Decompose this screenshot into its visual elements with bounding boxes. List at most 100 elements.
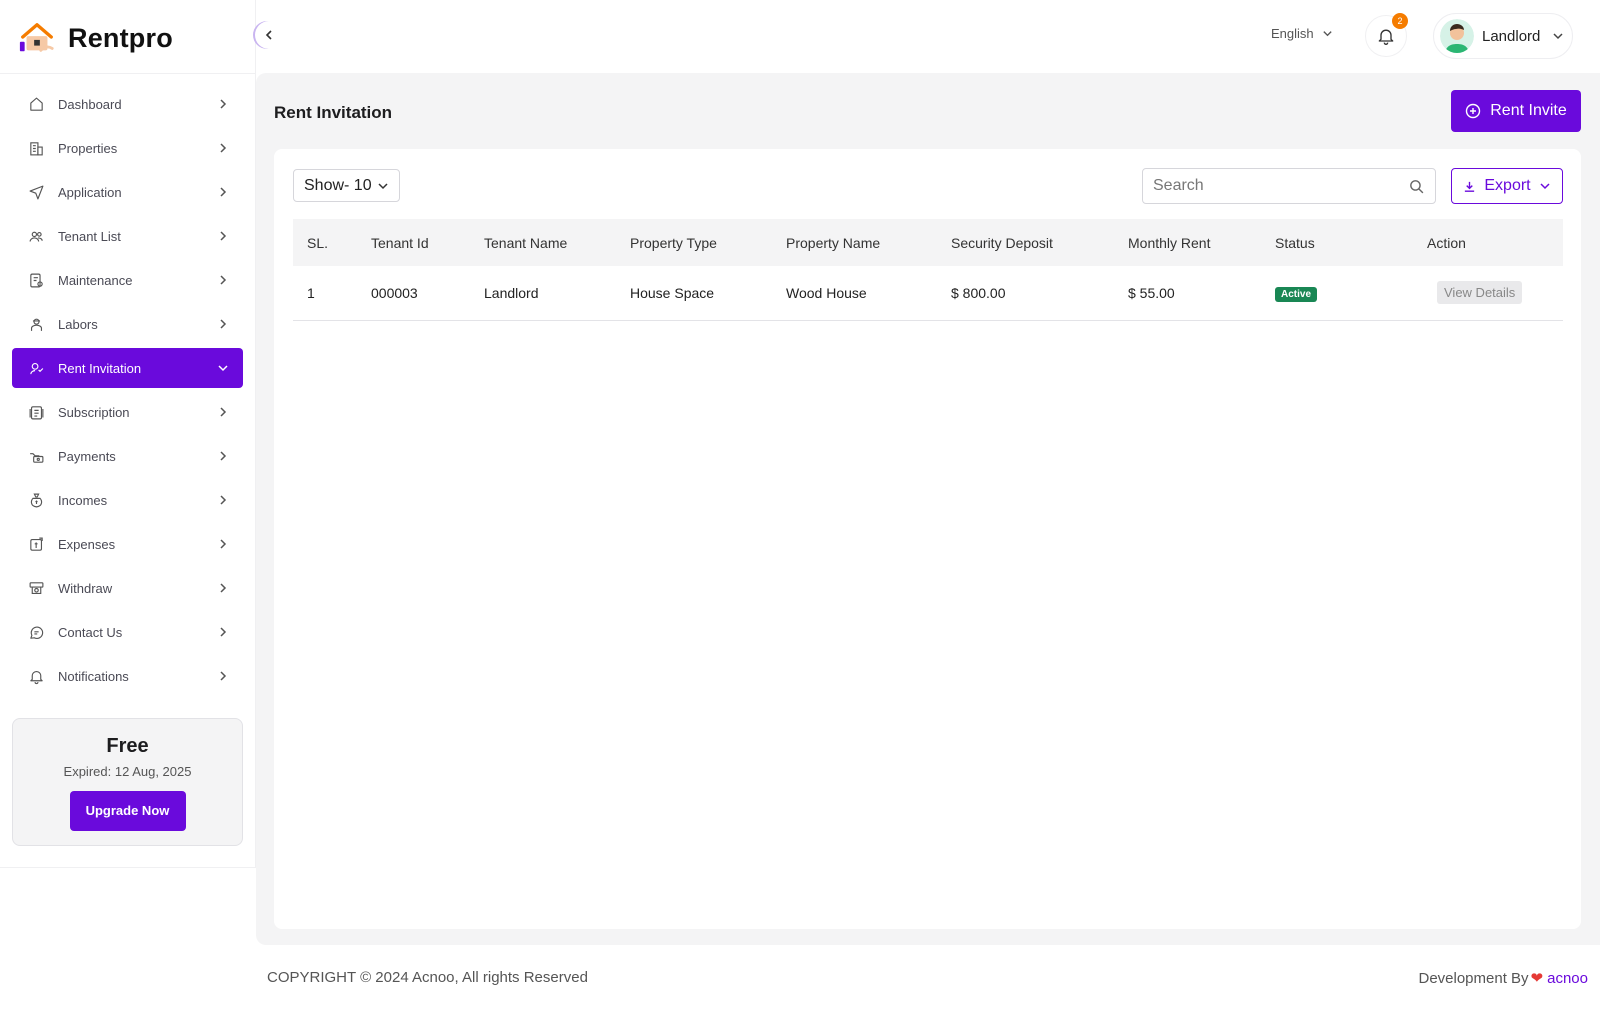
user-name: Landlord xyxy=(1482,27,1541,45)
chevron-right-icon xyxy=(220,319,227,329)
bell-icon xyxy=(27,667,45,685)
sidebar-item-notifications[interactable]: Notifications xyxy=(12,656,243,696)
users-icon xyxy=(27,227,45,245)
rent-invite-label: Rent Invite xyxy=(1490,102,1567,119)
money-bag-icon xyxy=(27,491,45,509)
chevron-left-icon xyxy=(265,30,272,40)
dev-prefix: Development By xyxy=(1418,969,1529,987)
sidebar-item-dashboard[interactable]: Dashboard xyxy=(12,84,243,124)
send-icon xyxy=(27,183,45,201)
column-header-monthly-rent: Monthly Rent xyxy=(1128,234,1211,251)
chevron-right-icon xyxy=(220,583,227,593)
sidebar-item-contact-us[interactable]: Contact Us xyxy=(12,612,243,652)
search-input[interactable] xyxy=(1153,177,1408,195)
sidebar-item-label: Incomes xyxy=(58,492,108,508)
status-badge: Active xyxy=(1275,286,1318,302)
chevron-down-icon xyxy=(1540,183,1550,190)
chevron-down-icon xyxy=(1322,31,1332,37)
page-size-value: Show- 10 xyxy=(304,176,372,194)
sidebar-item-payments[interactable]: Payments xyxy=(12,436,243,476)
export-label: Export xyxy=(1484,177,1531,194)
download-icon xyxy=(1465,181,1475,192)
heart-icon: ❤ xyxy=(1530,970,1544,987)
view-details-button[interactable]: View Details xyxy=(1437,281,1523,305)
upgrade-now-button[interactable]: Upgrade Now xyxy=(69,791,186,831)
cell-property-type: House Space xyxy=(630,284,715,301)
copyright-text: COPYRIGHT © 2024 Acnoo, All rights Reser… xyxy=(267,969,588,986)
chat-icon xyxy=(27,623,45,641)
user-menu[interactable]: Landlord xyxy=(1433,13,1573,59)
sidebar-item-tenant-list[interactable]: Tenant List xyxy=(12,216,243,256)
sidebar-item-expenses[interactable]: Expenses xyxy=(12,524,243,564)
payment-icon xyxy=(27,447,45,465)
sidebar-item-incomes[interactable]: Incomes xyxy=(12,480,243,520)
cell-tenant-id: 000003 xyxy=(371,284,418,301)
invite-icon xyxy=(27,359,45,377)
sidebar-item-labors[interactable]: Labors xyxy=(12,304,243,344)
sidebar-item-label: Notifications xyxy=(58,668,129,684)
column-header-security-deposit: Security Deposit xyxy=(951,234,1053,251)
developer-link[interactable]: acnoo xyxy=(1547,970,1588,987)
notifications-button[interactable]: 2 xyxy=(1365,13,1408,57)
chevron-down-icon xyxy=(378,182,388,189)
search-box xyxy=(1142,168,1436,204)
sidebar-item-maintenance[interactable]: Maintenance xyxy=(12,260,243,300)
page-size-select[interactable]: Show- 10 xyxy=(293,169,400,202)
sidebar-item-label: Rent Invitation xyxy=(58,360,142,376)
chevron-right-icon xyxy=(220,231,227,241)
notification-count-badge: 2 xyxy=(1392,13,1408,29)
home-icon xyxy=(27,95,45,113)
brand-name: Rentpro xyxy=(68,22,173,53)
sidebar-item-rent-invitation[interactable]: Rent Invitation xyxy=(12,348,243,388)
table-row: 1 000003 Landlord House Space Wood House… xyxy=(293,266,1563,320)
sidebar-nav: Dashboard Properties Application Tenant … xyxy=(12,84,243,700)
invitation-table-card: Show- 10 Export SL. Tenant Id Tenant Nam… xyxy=(274,149,1581,929)
wrench-icon xyxy=(27,271,45,289)
sidebar-item-label: Tenant List xyxy=(58,228,121,244)
plus-circle-icon xyxy=(1466,103,1481,119)
sidebar-item-label: Dashboard xyxy=(58,96,122,112)
cell-security-deposit: $ 800.00 xyxy=(951,284,1006,301)
cell-sl: 1 xyxy=(307,284,315,301)
sidebar-item-properties[interactable]: Properties xyxy=(12,128,243,168)
chevron-right-icon xyxy=(220,539,227,549)
chevron-right-icon xyxy=(220,671,227,681)
language-selector[interactable]: English xyxy=(1271,26,1333,41)
chevron-right-icon xyxy=(220,143,227,153)
withdraw-icon xyxy=(27,579,45,597)
plan-expiry: Expired: 12 Aug, 2025 xyxy=(63,764,192,779)
worker-icon xyxy=(27,315,45,333)
sidebar-item-label: Properties xyxy=(58,140,118,156)
sidebar-item-label: Application xyxy=(58,184,122,200)
brand-logo[interactable]: Rentpro xyxy=(18,18,173,58)
column-header-tenant-name: Tenant Name xyxy=(484,234,568,251)
chevron-right-icon xyxy=(220,627,227,637)
sidebar-item-label: Maintenance xyxy=(58,272,133,288)
sidebar-collapse-button[interactable] xyxy=(255,21,283,49)
cell-action: View Details xyxy=(1413,266,1563,320)
chevron-right-icon xyxy=(220,99,227,109)
chevron-right-icon xyxy=(220,407,227,417)
subscription-icon xyxy=(27,403,45,421)
plan-card: Free Expired: 12 Aug, 2025 Upgrade Now xyxy=(12,718,243,846)
sidebar-item-application[interactable]: Application xyxy=(12,172,243,212)
chevron-right-icon xyxy=(220,451,227,461)
chevron-right-icon xyxy=(220,275,227,285)
sidebar-item-subscription[interactable]: Subscription xyxy=(12,392,243,432)
sidebar: Rentpro Dashboard Properties Application xyxy=(0,0,256,868)
chevron-right-icon xyxy=(220,495,227,505)
chevron-down-icon xyxy=(1553,33,1563,40)
cell-tenant-name: Landlord xyxy=(484,284,539,301)
sidebar-item-label: Withdraw xyxy=(58,580,113,596)
rent-invite-button[interactable]: Rent Invite xyxy=(1451,90,1581,132)
plan-name: Free xyxy=(106,735,149,757)
main-content: Rent Invitation Rent Invite Show- 10 Exp… xyxy=(256,73,1600,945)
sidebar-item-label: Expenses xyxy=(58,536,116,552)
sidebar-item-label: Contact Us xyxy=(58,624,123,640)
export-button[interactable]: Export xyxy=(1451,168,1563,204)
table-header-row: SL. Tenant Id Tenant Name Property Type … xyxy=(293,219,1563,266)
sidebar-item-withdraw[interactable]: Withdraw xyxy=(12,568,243,608)
bell-icon xyxy=(1378,29,1394,45)
search-icon[interactable] xyxy=(1408,178,1425,195)
sidebar-item-label: Labors xyxy=(58,316,98,332)
